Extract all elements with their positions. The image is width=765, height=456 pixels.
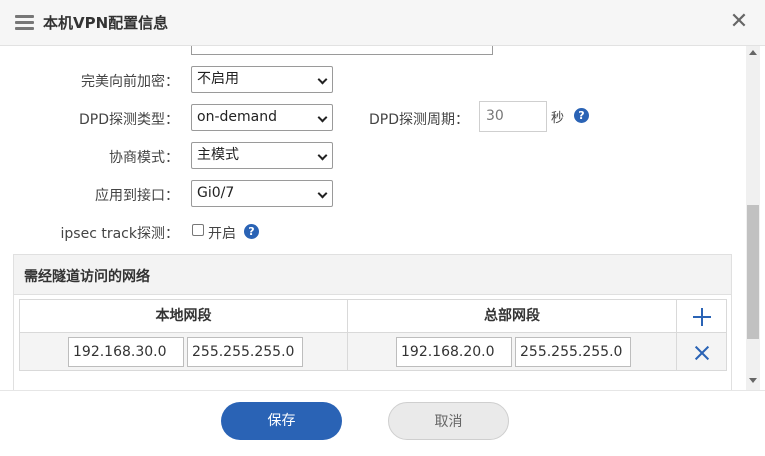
cancel-button[interactable]: 取消: [388, 402, 509, 440]
local-ip-input[interactable]: 192.168.30.0: [68, 337, 184, 367]
section-title: 需经隧道访问的网络: [24, 269, 150, 285]
delete-icon[interactable]: [693, 344, 711, 362]
vertical-scrollbar[interactable]: [746, 46, 760, 390]
chevron-down-icon: [317, 74, 328, 85]
negotiation-label: 协商模式：: [109, 150, 179, 166]
pfs-label: 完美向前加密：: [81, 74, 179, 90]
table-row: 192.168.30.0 255.255.255.0: [20, 333, 348, 370]
dpd-type-select-value: on-demand: [197, 109, 277, 125]
interface-label: 应用到接口：: [95, 188, 179, 204]
help-icon[interactable]: ?: [574, 108, 589, 123]
remote-mask-input[interactable]: 255.255.255.0: [515, 337, 631, 367]
dpd-period-input[interactable]: 30: [479, 101, 547, 132]
section-header: 需经隧道访问的网络: [14, 255, 731, 295]
dpd-period-unit: 秒: [551, 111, 565, 126]
close-icon[interactable]: ✕: [728, 11, 750, 33]
dialog-footer: 保存 取消: [0, 390, 765, 456]
network-table: 本地网段 总部网段 192.168.30.0 255.255.255.0 192…: [19, 299, 727, 371]
tunnel-network-section: 需经隧道访问的网络 本地网段 总部网段 192.168.30.0 255.255…: [13, 254, 732, 390]
column-header-local: 本地网段: [20, 300, 348, 333]
help-icon[interactable]: ?: [244, 224, 259, 239]
save-button[interactable]: 保存: [221, 402, 342, 440]
menu-icon[interactable]: [15, 15, 34, 30]
dpd-period-label: DPD探测周期：: [369, 112, 470, 128]
pfs-select[interactable]: 不启用: [191, 66, 333, 93]
dialog-title: 本机VPN配置信息: [43, 14, 169, 32]
column-header-remote: 总部网段: [348, 300, 677, 333]
ipsec-track-checkbox-label: 开启: [208, 226, 236, 242]
scroll-thumb[interactable]: [747, 205, 759, 339]
interface-select[interactable]: Gi0/7: [191, 180, 333, 207]
chevron-down-icon: [317, 188, 328, 199]
local-mask-input[interactable]: 255.255.255.0: [187, 337, 303, 367]
negotiation-select-value: 主模式: [197, 147, 239, 163]
table-row: 192.168.20.0 255.255.255.0: [348, 333, 677, 370]
dialog-content: 完美向前加密： 不启用 DPD探测类型： on-demand DPD探测周期： …: [0, 46, 745, 390]
chevron-down-icon: [317, 112, 328, 123]
pfs-select-value: 不启用: [197, 71, 239, 87]
remote-ip-input[interactable]: 192.168.20.0: [396, 337, 512, 367]
scroll-up-arrow-icon[interactable]: [749, 50, 757, 55]
ipsec-track-checkbox[interactable]: [192, 224, 204, 236]
negotiation-select[interactable]: 主模式: [191, 142, 333, 169]
dialog-header: 本机VPN配置信息 ✕: [0, 0, 765, 46]
scroll-down-arrow-icon[interactable]: [749, 378, 757, 383]
dpd-type-select[interactable]: on-demand: [191, 104, 333, 131]
chevron-down-icon: [317, 150, 328, 161]
partially-visible-field[interactable]: [191, 46, 493, 55]
dpd-type-label: DPD探测类型：: [78, 112, 179, 128]
add-icon[interactable]: [693, 308, 711, 326]
interface-select-value: Gi0/7: [197, 185, 235, 201]
ipsec-track-label: ipsec track探测：: [60, 226, 179, 242]
